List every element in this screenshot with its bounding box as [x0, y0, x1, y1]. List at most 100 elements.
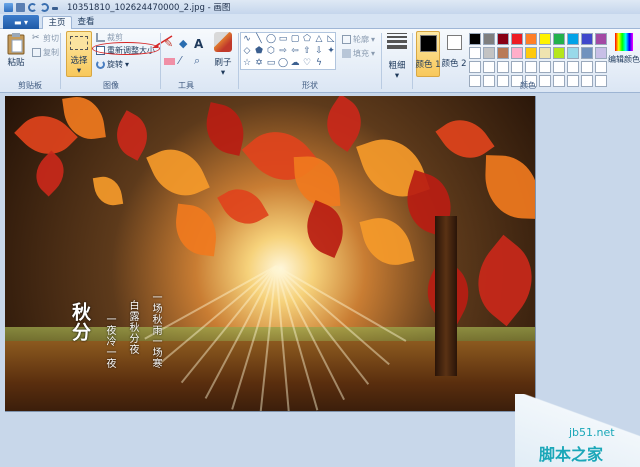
poem-line: 一夜冷一夜 [104, 314, 115, 369]
color-swatch[interactable] [581, 33, 593, 45]
fill-bucket-icon[interactable]: ◆ [179, 37, 193, 53]
color-swatch[interactable] [525, 33, 537, 45]
window-title: 10351810_102624470000_2.jpg - 画图 [67, 3, 231, 13]
color-swatch[interactable] [539, 61, 551, 73]
paste-button[interactable]: 粘贴 [4, 32, 28, 68]
color-swatch[interactable] [497, 47, 509, 59]
fill-label: 填充 [353, 49, 369, 58]
down-arrow-shape-icon[interactable]: ⇩ [315, 46, 323, 56]
ribbon-tab-strip: ▬ ▾ 主页 查看 [0, 14, 640, 29]
fill-button[interactable]: 填充 ▾ [342, 48, 375, 59]
customize-dropdown-icon[interactable] [52, 7, 58, 10]
edit-colors-label: 编辑颜色 [608, 55, 640, 64]
triangle-shape-icon[interactable]: △ [316, 34, 323, 44]
callout-rect-shape-icon[interactable]: ▭ [267, 58, 276, 68]
color-swatch[interactable] [469, 47, 481, 59]
color2-button[interactable]: 颜色 2 [441, 31, 467, 69]
color-swatch[interactable] [567, 61, 579, 73]
eraser-icon[interactable] [164, 58, 175, 65]
color-swatch[interactable] [581, 61, 593, 73]
color-swatch[interactable] [595, 47, 607, 59]
callout-oval-shape-icon[interactable]: ◯ [278, 58, 288, 68]
crop-icon [96, 33, 105, 42]
clipboard-group-label: 剪贴板 [18, 81, 42, 90]
color-swatch[interactable] [553, 33, 565, 45]
color-swatch[interactable] [511, 33, 523, 45]
outline-button[interactable]: 轮廓 ▾ [342, 34, 375, 45]
color-swatch[interactable] [553, 61, 565, 73]
rectangle-shape-icon[interactable]: ▭ [279, 34, 288, 44]
color-swatch[interactable] [497, 61, 509, 73]
cloud-callout-shape-icon[interactable]: ☁ [291, 58, 300, 68]
brushes-button[interactable]: 刷子 ▾ [210, 32, 236, 78]
pencil-icon[interactable]: ✎ [164, 37, 178, 53]
text-icon[interactable]: A [194, 37, 208, 53]
color-swatch[interactable] [483, 33, 495, 45]
tab-view[interactable]: 查看 [74, 16, 98, 29]
rotate-button[interactable]: 旋转 ▾ [96, 59, 129, 70]
leaf [297, 200, 353, 258]
color-swatch[interactable] [567, 47, 579, 59]
color-swatch[interactable] [483, 47, 495, 59]
four-point-star-shape-icon[interactable]: ✦ [327, 46, 335, 56]
color-swatch[interactable] [483, 61, 495, 73]
polygon-shape-icon[interactable]: ⬠ [303, 34, 311, 44]
color-swatch[interactable] [511, 61, 523, 73]
color-swatch[interactable] [525, 47, 537, 59]
color-swatch[interactable] [469, 61, 481, 73]
color1-button[interactable]: 颜色 1 [415, 31, 441, 77]
cut-button[interactable]: ✂ 剪切 [32, 33, 59, 44]
scissors-icon: ✂ [32, 33, 40, 43]
right-arrow-shape-icon[interactable]: ⇨ [279, 46, 287, 56]
right-triangle-shape-icon[interactable]: ◺ [328, 34, 335, 44]
line-shape-icon[interactable]: ╲ [256, 34, 261, 44]
menu-icon: ▬ ▾ [13, 17, 29, 27]
left-arrow-shape-icon[interactable]: ⇦ [291, 46, 299, 56]
color-swatch[interactable] [539, 33, 551, 45]
color-swatch[interactable] [595, 61, 607, 73]
select-button[interactable]: 选择 ▾ [66, 31, 92, 77]
edit-colors-button[interactable]: 编辑颜色 [608, 33, 640, 65]
save-icon[interactable] [16, 2, 25, 12]
color-picker-icon[interactable]: ⁄ [179, 54, 193, 70]
shapes-group-label: 形状 [302, 81, 318, 90]
color-swatch[interactable] [469, 33, 481, 45]
drawing-canvas[interactable]: 秋分 一夜冷一夜 白露秋分夜 一场秋雨一场寒 [5, 96, 536, 412]
pentagon-shape-icon[interactable]: ⬟ [255, 46, 263, 56]
paint-menu-button[interactable]: ▬ ▾ [3, 15, 39, 29]
leaf [27, 150, 73, 197]
paint-app-icon[interactable] [4, 2, 13, 12]
rounded-rectangle-shape-icon[interactable]: ▢ [291, 34, 300, 44]
up-arrow-shape-icon[interactable]: ⇧ [303, 46, 311, 56]
color-swatch[interactable] [539, 47, 551, 59]
rotate-label: 旋转 [107, 60, 123, 69]
redo-icon[interactable] [40, 2, 49, 12]
color-swatch[interactable] [567, 33, 579, 45]
tab-home[interactable]: 主页 [42, 16, 72, 29]
undo-icon[interactable] [28, 2, 37, 12]
lightning-shape-icon[interactable]: ϟ [316, 58, 322, 68]
hexagon-shape-icon[interactable]: ⬡ [267, 46, 275, 56]
outline-icon [342, 35, 351, 44]
diamond-shape-icon[interactable]: ◇ [244, 46, 251, 56]
magnifier-icon[interactable]: ⌕ [194, 54, 208, 70]
color-swatch[interactable] [497, 33, 509, 45]
heart-shape-icon[interactable]: ♡ [303, 58, 311, 68]
size-button[interactable]: 粗细 ▾ [384, 33, 410, 81]
color-swatch[interactable] [581, 47, 593, 59]
poem-title: 秋分 [69, 302, 91, 342]
color-swatch[interactable] [511, 47, 523, 59]
leaf [146, 138, 210, 207]
curve-shape-icon[interactable]: ∿ [243, 34, 251, 44]
color-swatch[interactable] [553, 47, 565, 59]
image-group-label: 图像 [103, 81, 119, 90]
color-swatch[interactable] [525, 61, 537, 73]
shapes-gallery[interactable]: ∿ ╲ ◯ ▭ ▢ ⬠ △ ◺ ◇ ⬟ ⬡ ⇨ ⇦ ⇧ ⇩ ✦ ☆ ✡ ▭ ◯ … [240, 32, 336, 70]
leaf [217, 179, 269, 234]
color-swatch[interactable] [595, 33, 607, 45]
copy-button[interactable]: 复制 [32, 47, 59, 58]
five-point-star-shape-icon[interactable]: ☆ [243, 58, 251, 68]
colors-group-label: 颜色 [520, 81, 536, 90]
oval-shape-icon[interactable]: ◯ [266, 34, 276, 44]
six-point-star-shape-icon[interactable]: ✡ [255, 58, 263, 68]
